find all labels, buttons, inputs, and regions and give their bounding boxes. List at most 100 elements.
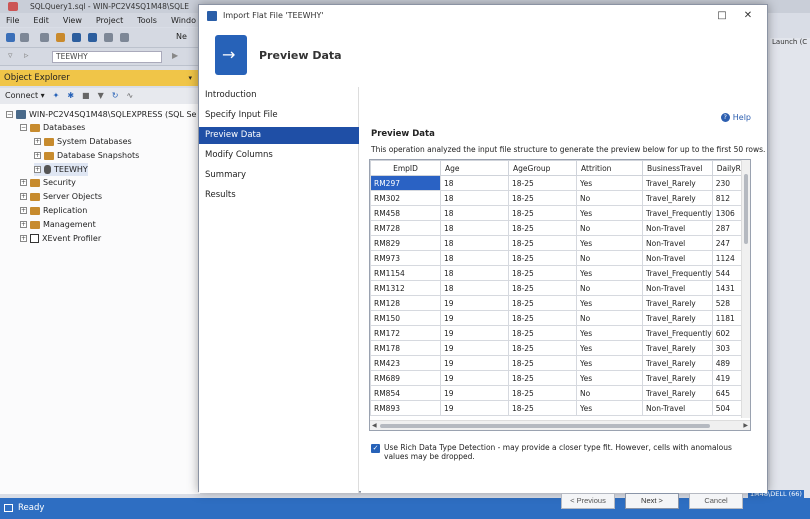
save-icon[interactable] bbox=[72, 33, 81, 42]
table-cell[interactable]: 18-25 bbox=[508, 355, 577, 371]
table-cell[interactable]: 18-25 bbox=[508, 175, 577, 191]
tree-server-objects[interactable]: + Server Objects bbox=[20, 190, 102, 203]
table-cell[interactable]: 19 bbox=[440, 370, 509, 386]
activity-icon[interactable]: ∿ bbox=[126, 88, 133, 104]
table-row[interactable]: RM854 19 18-25 No Travel_Rarely 645 bbox=[370, 385, 747, 401]
table-cell[interactable]: Yes bbox=[576, 235, 643, 251]
nav-introduction[interactable]: Introduction bbox=[199, 87, 359, 104]
menu-tools[interactable]: Tools bbox=[137, 16, 157, 25]
table-cell[interactable]: 18 bbox=[440, 205, 509, 221]
menu-file[interactable]: File bbox=[6, 16, 19, 25]
table-row[interactable]: RM1312 18 18-25 No Non-Travel 1431 bbox=[370, 280, 747, 296]
table-cell[interactable]: 18 bbox=[440, 190, 509, 206]
table-cell[interactable]: Non-Travel bbox=[642, 280, 713, 296]
table-row[interactable]: RM829 18 18-25 Yes Non-Travel 247 bbox=[370, 235, 747, 251]
table-row[interactable]: RM973 18 18-25 No Non-Travel 1124 bbox=[370, 250, 747, 266]
expand-icon[interactable]: + bbox=[20, 179, 27, 186]
grid-horizontal-scrollbar[interactable]: ◀ ▶ bbox=[370, 420, 750, 430]
table-cell[interactable]: 18 bbox=[440, 235, 509, 251]
tree-replication[interactable]: + Replication bbox=[20, 204, 87, 217]
maximize-icon[interactable]: □ bbox=[715, 9, 729, 23]
table-cell[interactable]: 18-25 bbox=[508, 250, 577, 266]
preview-grid[interactable]: EmpID Age AgeGroup Attrition BusinessTra… bbox=[369, 159, 751, 431]
execute-icon[interactable]: ▹ bbox=[24, 51, 29, 61]
tree-teewhy[interactable]: + TEEWHY bbox=[34, 163, 88, 176]
table-cell[interactable]: Yes bbox=[576, 355, 643, 371]
table-cell[interactable]: 19 bbox=[440, 310, 509, 326]
column-header-businesstravel[interactable]: BusinessTravel bbox=[642, 160, 713, 176]
tree-xevent-profiler[interactable]: + XEvent Profiler bbox=[20, 232, 101, 245]
table-cell[interactable]: RM829 bbox=[370, 235, 441, 251]
pin-icon[interactable]: ▾ bbox=[188, 70, 192, 86]
table-cell[interactable]: RM423 bbox=[370, 355, 441, 371]
tree-server[interactable]: − WIN-PC2V4SQ1M48\SQLEXPRESS (SQL Se bbox=[6, 108, 196, 121]
table-cell[interactable]: Travel_Frequently bbox=[642, 325, 713, 341]
table-cell[interactable]: RM297 bbox=[370, 175, 441, 191]
expand-icon[interactable]: + bbox=[20, 207, 27, 214]
table-cell[interactable]: Travel_Rarely bbox=[642, 370, 713, 386]
table-cell[interactable]: 18-25 bbox=[508, 280, 577, 296]
table-cell[interactable]: RM128 bbox=[370, 295, 441, 311]
table-cell[interactable]: Travel_Rarely bbox=[642, 385, 713, 401]
nav-summary[interactable]: Summary bbox=[199, 167, 359, 184]
table-cell[interactable]: Travel_Rarely bbox=[642, 190, 713, 206]
column-header-agegroup[interactable]: AgeGroup bbox=[508, 160, 577, 176]
expand-icon[interactable]: + bbox=[34, 152, 41, 159]
table-row[interactable]: RM128 19 18-25 Yes Travel_Rarely 528 bbox=[370, 295, 747, 311]
table-cell[interactable]: RM172 bbox=[370, 325, 441, 341]
table-cell[interactable]: Yes bbox=[576, 325, 643, 341]
table-cell[interactable]: RM458 bbox=[370, 205, 441, 221]
nav-modify-columns[interactable]: Modify Columns bbox=[199, 147, 359, 164]
undo-icon[interactable] bbox=[104, 33, 113, 42]
cancel-button[interactable]: Cancel bbox=[689, 493, 743, 509]
rich-data-detection-option[interactable]: ✓ Use Rich Data Type Detection - may pro… bbox=[371, 443, 751, 461]
redo-icon[interactable] bbox=[120, 33, 129, 42]
scroll-right-icon[interactable]: ▶ bbox=[743, 421, 748, 430]
menu-view[interactable]: View bbox=[63, 16, 82, 25]
table-cell[interactable]: 18 bbox=[440, 220, 509, 236]
table-row[interactable]: RM297 18 18-25 Yes Travel_Rarely 230 bbox=[370, 175, 747, 191]
table-row[interactable]: RM178 19 18-25 Yes Travel_Rarely 303 bbox=[370, 340, 747, 356]
column-header-age[interactable]: Age bbox=[440, 160, 509, 176]
table-cell[interactable]: Travel_Rarely bbox=[642, 355, 713, 371]
table-cell[interactable]: 19 bbox=[440, 400, 509, 416]
table-cell[interactable]: 18-25 bbox=[508, 295, 577, 311]
expand-icon[interactable]: + bbox=[20, 221, 27, 228]
table-cell[interactable]: 18-25 bbox=[508, 385, 577, 401]
table-cell[interactable]: 18-25 bbox=[508, 235, 577, 251]
menu-edit[interactable]: Edit bbox=[33, 16, 49, 25]
table-cell[interactable]: Travel_Rarely bbox=[642, 340, 713, 356]
table-cell[interactable]: No bbox=[576, 385, 643, 401]
table-cell[interactable]: RM689 bbox=[370, 370, 441, 386]
table-cell[interactable]: 18-25 bbox=[508, 190, 577, 206]
table-cell[interactable]: 18-25 bbox=[508, 340, 577, 356]
table-cell[interactable]: RM150 bbox=[370, 310, 441, 326]
scroll-thumb[interactable] bbox=[380, 424, 710, 428]
collapse-icon[interactable]: − bbox=[20, 124, 27, 131]
expand-icon[interactable]: + bbox=[34, 138, 41, 145]
tree-databases[interactable]: − Databases bbox=[20, 121, 85, 134]
table-row[interactable]: RM150 19 18-25 No Travel_Rarely 1181 bbox=[370, 310, 747, 326]
table-row[interactable]: RM458 18 18-25 Yes Travel_Frequently 1306 bbox=[370, 205, 747, 221]
table-cell[interactable]: RM854 bbox=[370, 385, 441, 401]
table-cell[interactable]: Yes bbox=[576, 205, 643, 221]
table-cell[interactable]: RM893 bbox=[370, 400, 441, 416]
rich-detect-checkbox[interactable]: ✓ bbox=[371, 444, 380, 453]
scroll-left-icon[interactable]: ◀ bbox=[372, 421, 377, 430]
grid-vertical-scrollbar[interactable] bbox=[741, 160, 750, 418]
column-header-attrition[interactable]: Attrition bbox=[576, 160, 643, 176]
table-cell[interactable]: 18 bbox=[440, 175, 509, 191]
table-cell[interactable]: 19 bbox=[440, 385, 509, 401]
stop-icon[interactable]: ■ bbox=[82, 88, 90, 104]
table-row[interactable]: RM172 19 18-25 Yes Travel_Frequently 602 bbox=[370, 325, 747, 341]
table-cell[interactable]: No bbox=[576, 250, 643, 266]
open-icon[interactable] bbox=[56, 33, 65, 42]
table-cell[interactable]: 19 bbox=[440, 340, 509, 356]
database-selector[interactable]: TEEWHY bbox=[52, 51, 162, 63]
table-cell[interactable]: 18-25 bbox=[508, 265, 577, 281]
table-cell[interactable]: RM178 bbox=[370, 340, 441, 356]
table-row[interactable]: RM1154 18 18-25 Yes Travel_Frequently 544 bbox=[370, 265, 747, 281]
nav-results[interactable]: Results bbox=[199, 187, 359, 204]
tree-management[interactable]: + Management bbox=[20, 218, 96, 231]
new-query-label[interactable]: Ne bbox=[176, 32, 187, 41]
